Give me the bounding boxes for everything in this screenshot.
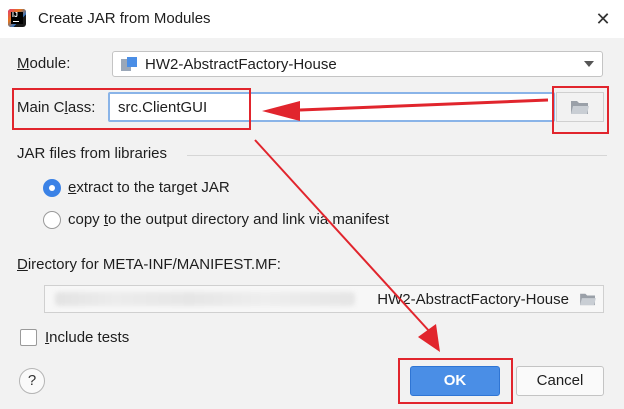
annotation-box-browse (552, 86, 609, 134)
close-icon: ✕ (595, 9, 611, 29)
cancel-button[interactable]: Cancel (516, 366, 604, 396)
folder-icon[interactable] (579, 292, 597, 306)
app-icon-text: IJ (11, 12, 23, 24)
title-bar: IJ Create JAR from Modules ✕ (0, 0, 624, 38)
manifest-dir-value: HW2-AbstractFactory-House (377, 291, 569, 308)
arrow-to-ok-head (418, 324, 440, 352)
annotation-box-main-class (12, 88, 251, 130)
window-title: Create JAR from Modules (38, 10, 211, 27)
manifest-dir-input[interactable]: HW2-AbstractFactory-House (44, 285, 604, 313)
extract-radio-label[interactable]: extract to the target JAR (68, 179, 230, 196)
close-button[interactable]: ✕ (590, 6, 616, 32)
include-tests-checkbox[interactable] (20, 329, 37, 346)
help-button[interactable]: ? (19, 368, 45, 394)
intellij-app-icon: IJ (8, 9, 26, 27)
module-dropdown[interactable]: HW2-AbstractFactory-House (112, 51, 603, 77)
question-icon: ? (27, 372, 37, 389)
copy-radio[interactable] (43, 211, 61, 229)
module-value: HW2-AbstractFactory-House (145, 56, 337, 73)
manifest-dir-label: Directory for META-INF/MANIFEST.MF: (17, 256, 281, 273)
chevron-down-icon (584, 61, 594, 67)
ok-button[interactable]: OK (410, 366, 500, 396)
module-label: Module: (17, 55, 71, 72)
copy-radio-label[interactable]: copy to the output directory and link vi… (68, 211, 389, 228)
libraries-section-label: JAR files from libraries (17, 145, 168, 162)
module-icon (121, 57, 137, 71)
redacted-path (55, 292, 355, 306)
extract-radio[interactable] (43, 179, 61, 197)
section-divider (187, 155, 607, 156)
include-tests-label[interactable]: Include tests (45, 329, 129, 346)
